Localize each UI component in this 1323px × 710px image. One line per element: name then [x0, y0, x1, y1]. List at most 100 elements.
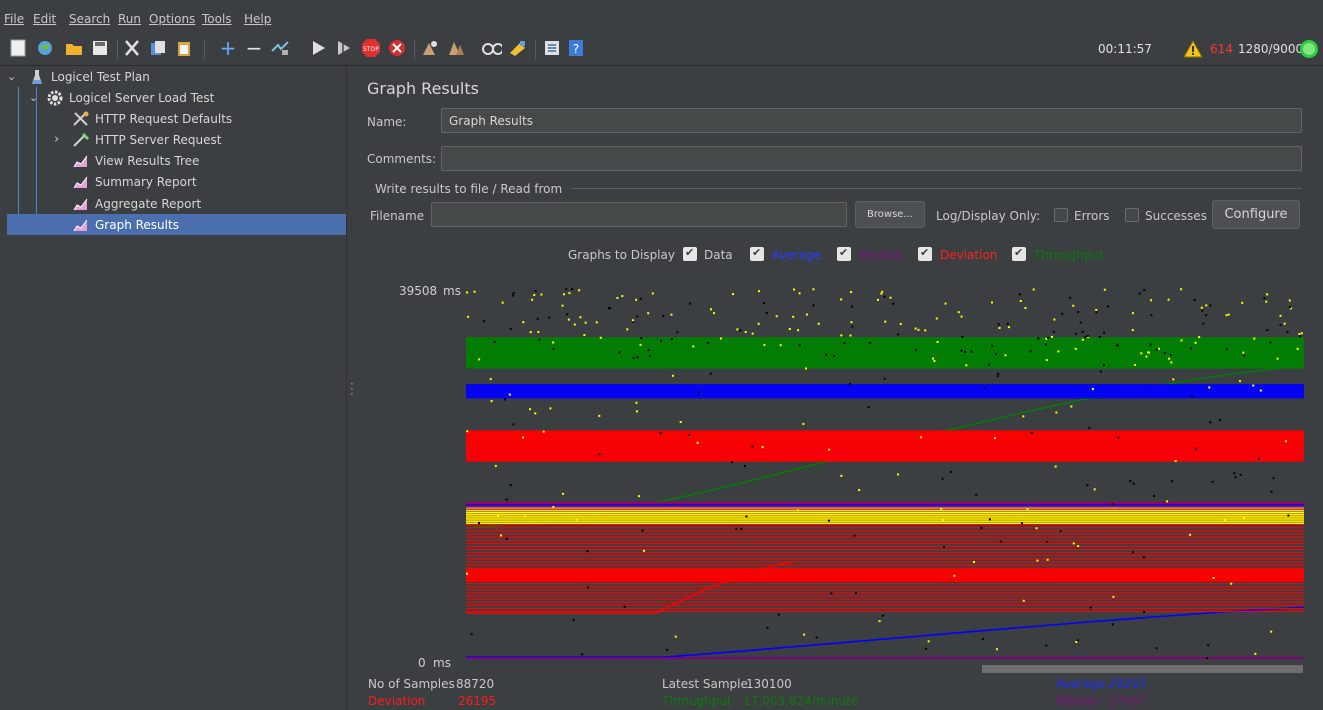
data-point — [1111, 503, 1114, 506]
median-checkbox[interactable] — [837, 246, 851, 261]
data-point — [666, 648, 669, 651]
menu-file[interactable]: File — [4, 12, 24, 26]
split-pane-divider[interactable]: · · · — [346, 66, 356, 710]
data-point — [1047, 336, 1050, 339]
paste-icon[interactable] — [174, 38, 194, 58]
data-point — [1234, 476, 1237, 479]
new-icon[interactable] — [8, 38, 28, 58]
data-point — [509, 328, 512, 331]
average-stat-label: Average — [1056, 677, 1106, 691]
help-icon[interactable]: ? — [566, 38, 586, 58]
throughput-checkbox[interactable] — [1012, 246, 1026, 261]
data-point — [987, 363, 990, 366]
data-point — [575, 518, 578, 521]
start-no-pauses-icon[interactable] — [335, 38, 355, 58]
filename-field[interactable] — [431, 202, 847, 227]
data-point — [1241, 301, 1244, 304]
menu-run[interactable]: Run — [118, 12, 141, 26]
successes-checkbox[interactable] — [1125, 208, 1139, 222]
wrench-icon — [72, 111, 90, 127]
data-point — [1037, 337, 1040, 340]
cut-icon[interactable] — [122, 38, 142, 58]
samples-label: No of Samples — [368, 677, 455, 691]
data-point — [850, 321, 853, 324]
expand-icon[interactable]: + — [218, 38, 238, 58]
function-helper-icon[interactable] — [542, 38, 562, 58]
errors-checkbox[interactable] — [1054, 208, 1068, 222]
data-point — [522, 321, 525, 324]
save-icon[interactable] — [90, 38, 110, 58]
collapse-chevron-icon[interactable]: ⌄ — [7, 70, 16, 83]
successes-label: Successes — [1145, 209, 1207, 223]
menu-edit[interactable]: Edit — [33, 12, 56, 26]
pipette-icon — [72, 132, 90, 148]
reset-search-icon[interactable] — [508, 38, 528, 58]
graph-scrollbar[interactable] — [982, 665, 1303, 673]
data-point — [858, 489, 861, 492]
copy-icon[interactable] — [148, 38, 168, 58]
comments-field[interactable] — [441, 146, 1302, 171]
tree-node-test-plan[interactable]: Logicel Test Plan — [28, 66, 150, 87]
expand-chevron-icon[interactable]: › — [54, 132, 59, 147]
data-point — [1050, 335, 1053, 338]
start-icon[interactable] — [309, 38, 329, 58]
data-point — [897, 333, 900, 336]
toggle-icon[interactable] — [270, 38, 290, 58]
data-point — [692, 345, 695, 348]
data-point — [792, 315, 795, 318]
configure-button[interactable]: Configure — [1212, 200, 1300, 229]
stop-icon[interactable]: STOP — [361, 38, 381, 58]
data-point — [1072, 304, 1075, 307]
warning-icon[interactable] — [1183, 39, 1203, 59]
open-icon[interactable] — [64, 38, 84, 58]
tree-node-http-defaults[interactable]: HTTP Request Defaults — [72, 108, 232, 129]
data-point — [568, 292, 571, 295]
name-field[interactable]: Graph Results — [441, 108, 1302, 133]
data-point — [763, 343, 766, 346]
data-point — [745, 515, 748, 518]
data-point — [467, 315, 470, 318]
data-point — [840, 298, 843, 301]
data-point — [595, 321, 598, 324]
browse-button[interactable]: Browse... — [855, 201, 925, 228]
tree-node-view-results-tree[interactable]: View Results Tree — [72, 150, 199, 171]
shutdown-icon[interactable] — [387, 38, 407, 58]
data-point — [1046, 558, 1049, 561]
tree-node-aggregate-report[interactable]: Aggregate Report — [72, 193, 201, 214]
data-point — [1252, 384, 1255, 387]
collapse-chevron-icon[interactable]: ⌄ — [29, 91, 38, 104]
deviation-checkbox[interactable] — [918, 246, 932, 261]
tree-node-graph-results[interactable]: Graph Results — [7, 214, 346, 235]
data-point — [536, 317, 539, 320]
y-unit-top: ms — [443, 284, 461, 298]
data-point — [671, 374, 674, 377]
data-point — [1219, 418, 1222, 421]
data-point — [512, 292, 515, 295]
menu-search[interactable]: Search — [69, 12, 110, 26]
average-checkbox[interactable] — [750, 246, 764, 261]
menu-help[interactable]: Help — [244, 12, 271, 26]
search-icon[interactable] — [482, 38, 502, 58]
data-point — [540, 293, 543, 296]
menu-tools[interactable]: Tools — [202, 12, 232, 26]
data-point — [793, 288, 796, 291]
templates-icon[interactable] — [35, 38, 55, 58]
clear-icon[interactable] — [420, 38, 440, 58]
tree-node-summary-report[interactable]: Summary Report — [72, 171, 197, 192]
data-point — [766, 626, 769, 629]
clear-all-icon[interactable] — [446, 38, 466, 58]
menu-options[interactable]: Options — [149, 12, 195, 26]
data-checkbox[interactable] — [683, 246, 697, 261]
data-point — [552, 347, 555, 350]
data-point — [637, 495, 640, 498]
data-point — [744, 330, 747, 333]
data-point — [1170, 480, 1173, 483]
tree-node-http-request[interactable]: HTTP Server Request — [72, 129, 221, 150]
data-point — [924, 329, 927, 332]
collapse-icon[interactable]: − — [244, 38, 264, 58]
tree-node-thread-group[interactable]: Logicel Server Load Test — [46, 87, 214, 108]
data-point — [1227, 313, 1230, 316]
comments-label: Comments: — [367, 152, 437, 166]
warning-count: 614 — [1210, 42, 1233, 56]
data-point — [881, 614, 884, 617]
